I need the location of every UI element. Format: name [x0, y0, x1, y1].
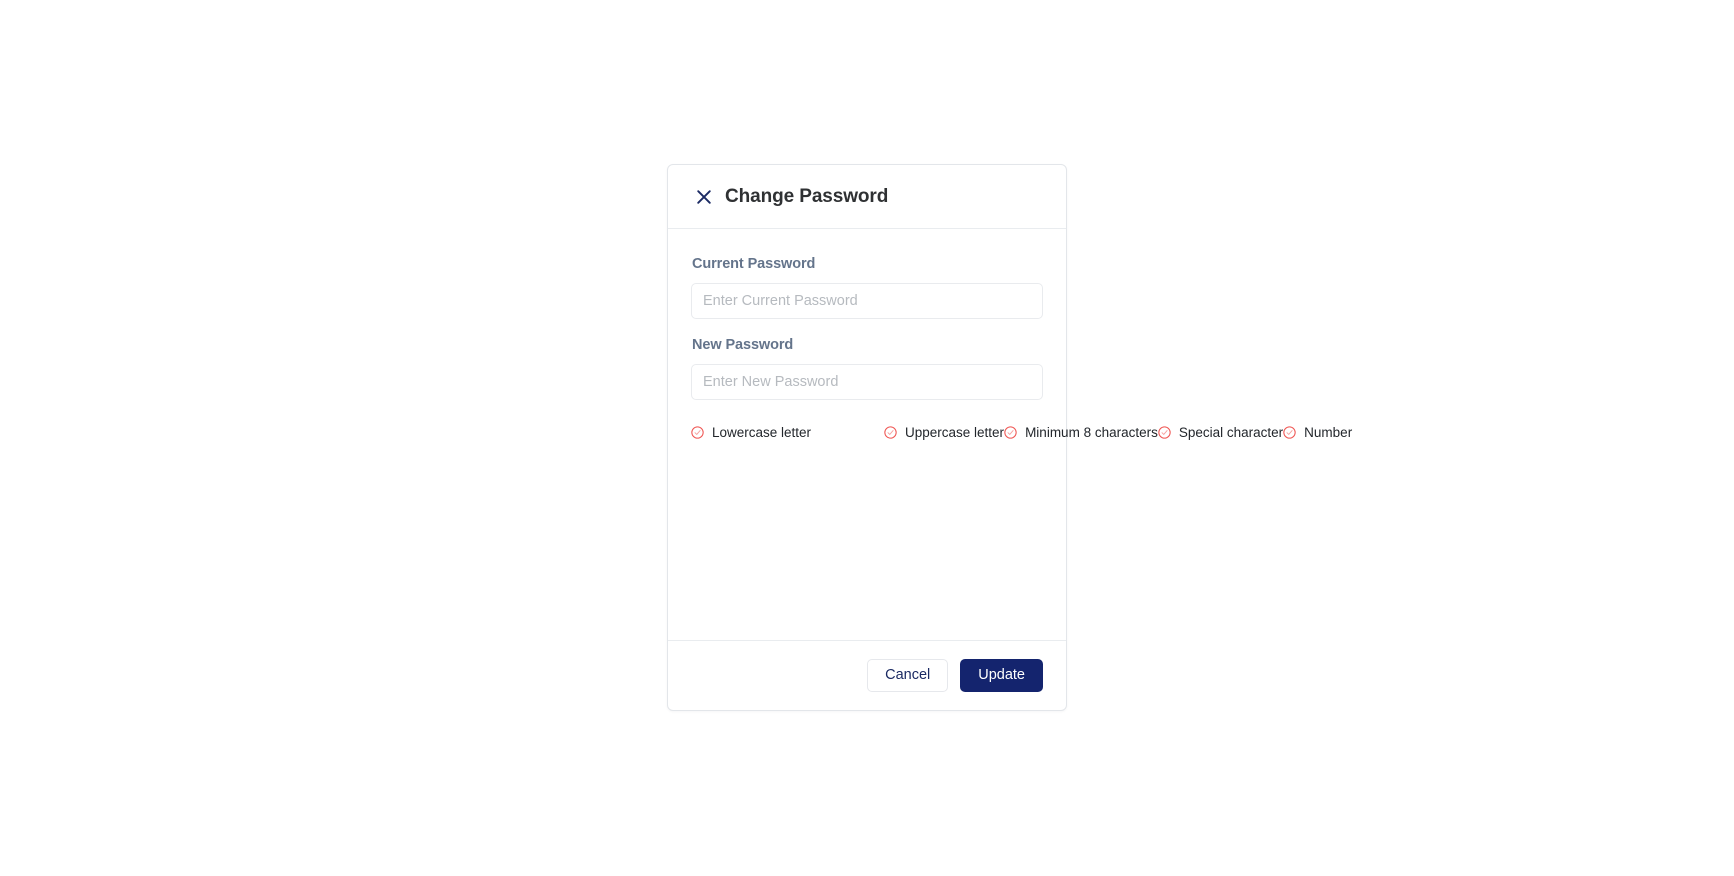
update-button[interactable]: Update [960, 659, 1043, 692]
password-requirements-list: Lowercase letter Uppercase letter Minimu… [691, 420, 1352, 445]
modal-body: Current Password New Password Lowercase … [668, 229, 1352, 640]
requirement-label: Special character [1178, 424, 1284, 440]
modal-footer: Cancel Update [668, 640, 1066, 710]
check-circle-icon [691, 426, 704, 439]
requirement-label: Number [1304, 424, 1353, 440]
check-circle-icon [1283, 426, 1296, 439]
requirement-item: Lowercase letter [691, 420, 884, 445]
requirement-item: Uppercase letter [884, 420, 1004, 445]
new-password-label: New Password [692, 337, 794, 353]
new-password-field-group: New Password [691, 337, 1043, 400]
requirement-label: Uppercase letter [905, 424, 1005, 440]
requirement-label: Lowercase letter [712, 424, 812, 440]
cancel-button[interactable]: Cancel [867, 659, 949, 692]
requirement-label: Minimum 8 characters [1025, 424, 1158, 440]
close-icon[interactable] [695, 188, 713, 206]
requirement-item: Minimum 8 characters [1004, 420, 1158, 445]
change-password-modal: Change Password Current Password New Pas… [667, 164, 1352, 711]
current-password-input[interactable] [691, 283, 1043, 319]
modal-title: Change Password [725, 186, 889, 207]
check-circle-icon [1158, 426, 1171, 439]
check-circle-icon [1004, 426, 1017, 439]
new-password-input[interactable] [691, 364, 1043, 400]
requirement-item: Special character [1158, 420, 1283, 445]
requirement-item: Number [1283, 420, 1352, 445]
current-password-label: Current Password [692, 256, 816, 272]
check-circle-icon [884, 426, 897, 439]
current-password-field-group: Current Password [691, 256, 1043, 319]
modal-header: Change Password [668, 165, 1066, 229]
